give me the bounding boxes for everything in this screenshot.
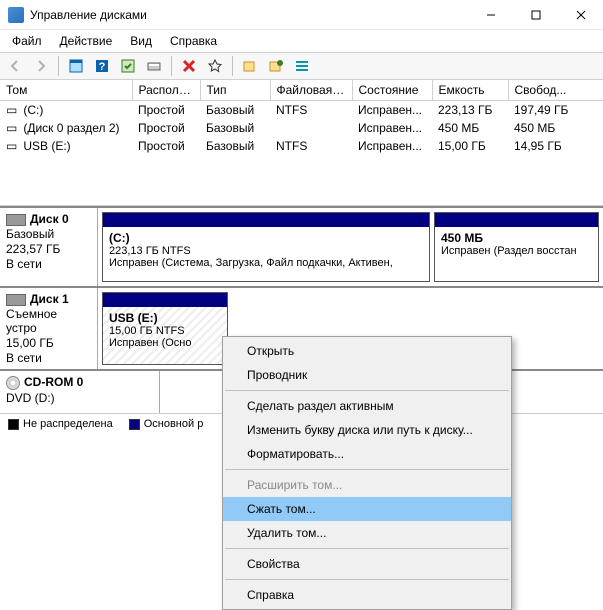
col-free[interactable]: Свобод... (508, 80, 603, 101)
disk-info-panel[interactable]: Диск 0 Базовый 223,57 ГБ В сети (0, 208, 98, 286)
separator-icon (225, 548, 509, 549)
menu-help[interactable]: Справка (223, 583, 511, 607)
titlebar: Управление дисками (0, 0, 603, 30)
col-capacity[interactable]: Емкость (432, 80, 508, 101)
disk-info-panel[interactable]: CD-ROM 0 DVD (D:) (0, 371, 160, 413)
refresh-button[interactable] (117, 55, 139, 77)
separator-icon (171, 56, 172, 76)
col-type[interactable]: Тип (200, 80, 270, 101)
col-status[interactable]: Состояние (352, 80, 432, 101)
partition-stripe (103, 213, 429, 227)
close-button[interactable] (558, 0, 603, 30)
separator-icon (225, 390, 509, 391)
help-button[interactable]: ? (91, 55, 113, 77)
cdrom-icon (6, 376, 20, 390)
table-row[interactable]: ▭ (C:) Простой Базовый NTFS Исправен... … (0, 101, 603, 120)
menu-file[interactable]: Файл (4, 32, 50, 50)
show-hide-button[interactable] (65, 55, 87, 77)
list-button[interactable] (291, 55, 313, 77)
partition[interactable]: 450 МБ Исправен (Раздел восстан (434, 212, 599, 282)
window-title: Управление дисками (30, 8, 468, 22)
volume-list: Том Располо... Тип Файловая с... Состоян… (0, 80, 603, 206)
settings-button[interactable] (265, 55, 287, 77)
menu-format[interactable]: Форматировать... (223, 442, 511, 466)
menu-help[interactable]: Справка (162, 32, 225, 50)
minimize-button[interactable] (468, 0, 513, 30)
menu-make-active[interactable]: Сделать раздел активным (223, 394, 511, 418)
menu-change-letter[interactable]: Изменить букву диска или путь к диску... (223, 418, 511, 442)
menu-delete[interactable]: Удалить том... (223, 521, 511, 545)
context-menu: Открыть Проводник Сделать раздел активны… (222, 336, 512, 610)
disk-info-panel[interactable]: Диск 1 Съемное устро 15,00 ГБ В сети (0, 288, 98, 369)
drive-icon: ▭ (6, 139, 20, 153)
menubar: Файл Действие Вид Справка (0, 30, 603, 52)
col-fs[interactable]: Файловая с... (270, 80, 352, 101)
app-icon (8, 7, 24, 23)
separator-icon (58, 56, 59, 76)
legend-primary: Основной р (129, 418, 204, 430)
svg-text:?: ? (99, 61, 106, 73)
separator-icon (225, 579, 509, 580)
disk-icon (6, 214, 26, 226)
col-volume[interactable]: Том (0, 80, 132, 101)
maximize-button[interactable] (513, 0, 558, 30)
new-volume-button[interactable] (239, 55, 261, 77)
menu-view[interactable]: Вид (122, 32, 160, 50)
rescan-button[interactable] (143, 55, 165, 77)
toolbar: ? (0, 52, 603, 80)
table-row[interactable]: ▭ (Диск 0 раздел 2) Простой Базовый Испр… (0, 119, 603, 137)
menu-open[interactable]: Открыть (223, 339, 511, 363)
separator-icon (225, 469, 509, 470)
col-layout[interactable]: Располо... (132, 80, 200, 101)
swatch-icon (129, 419, 140, 430)
disk-icon (6, 294, 26, 306)
menu-explorer[interactable]: Проводник (223, 363, 511, 387)
table-row[interactable]: ▭ USB (E:) Простой Базовый NTFS Исправен… (0, 137, 603, 155)
menu-extend: Расширить том... (223, 473, 511, 497)
drive-icon: ▭ (6, 103, 20, 117)
menu-action[interactable]: Действие (52, 32, 121, 50)
partition-stripe (435, 213, 598, 227)
swatch-icon (8, 419, 19, 430)
partition-selected[interactable]: USB (E:) 15,00 ГБ NTFS Исправен (Осно (102, 292, 228, 365)
menu-properties[interactable]: Свойства (223, 552, 511, 576)
partition-stripe (103, 293, 227, 307)
drive-icon: ▭ (6, 121, 20, 135)
disk-row: Диск 0 Базовый 223,57 ГБ В сети (C:) 223… (0, 206, 603, 286)
forward-button (30, 55, 52, 77)
properties-button[interactable] (204, 55, 226, 77)
legend-unallocated: Не распределена (8, 418, 113, 430)
partition[interactable]: (C:) 223,13 ГБ NTFS Исправен (Система, З… (102, 212, 430, 282)
delete-button[interactable] (178, 55, 200, 77)
menu-shrink[interactable]: Сжать том... (223, 497, 511, 521)
back-button (4, 55, 26, 77)
separator-icon (232, 56, 233, 76)
